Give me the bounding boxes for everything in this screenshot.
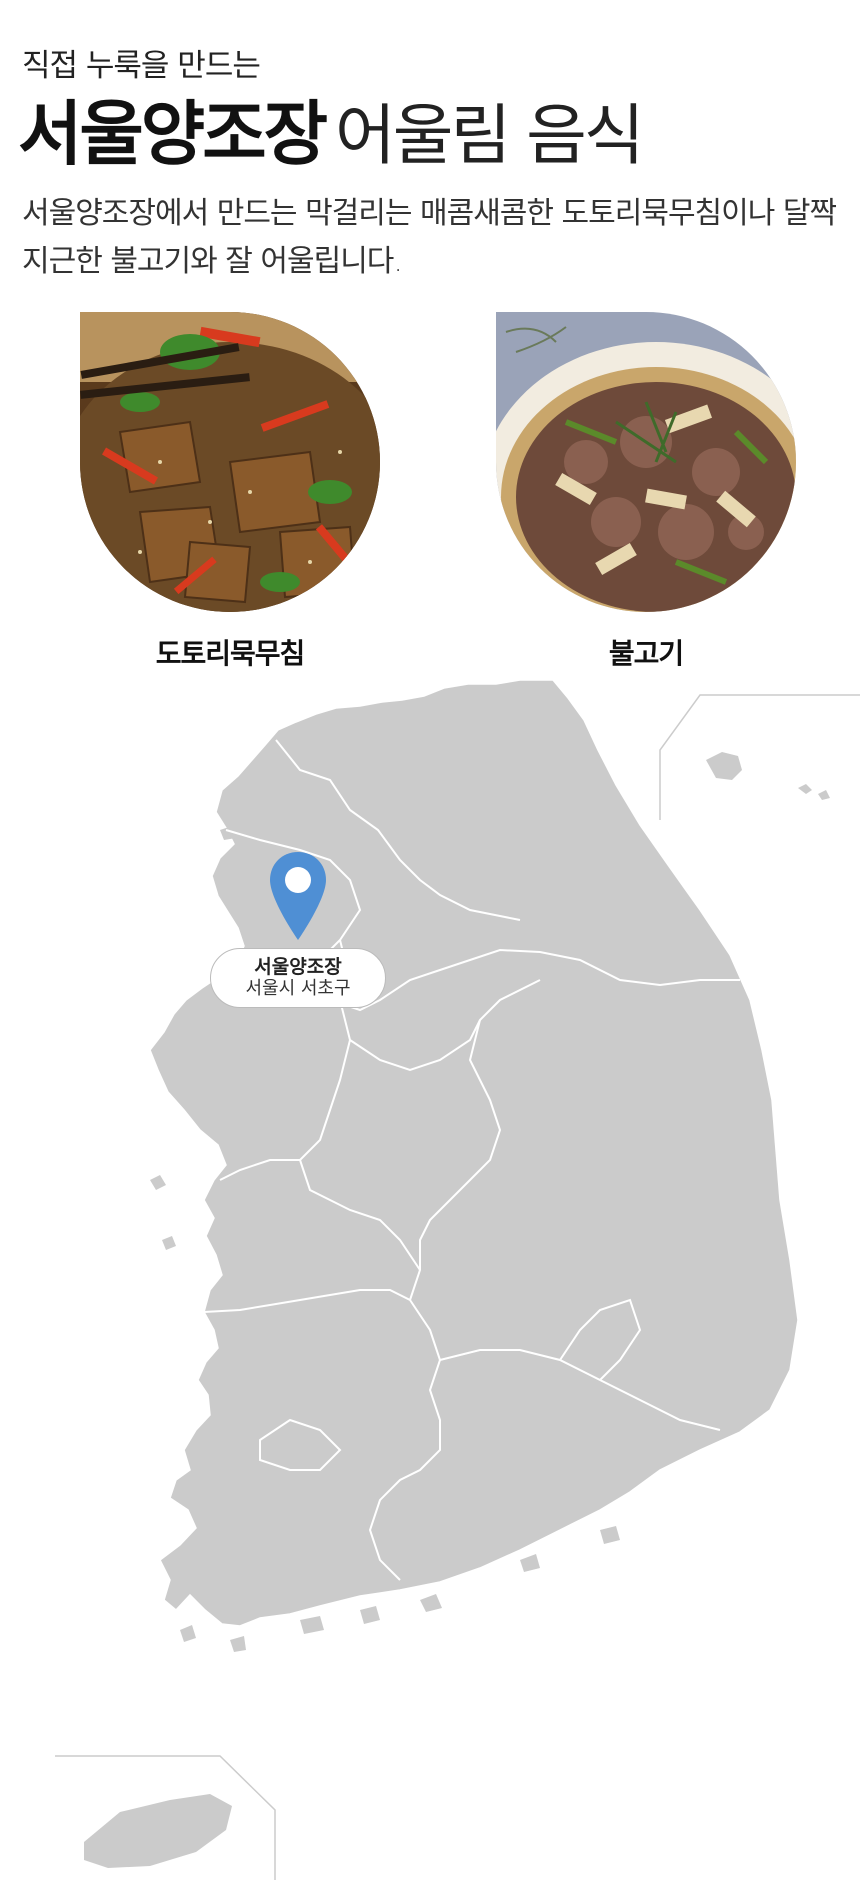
location-address: 서울시 서초구 — [245, 978, 351, 999]
food-label-acorn-jelly: 도토리묵무침 — [155, 637, 306, 670]
acorn-jelly-salad-photo — [80, 312, 380, 612]
inset-frame-east — [659, 694, 860, 820]
ulleungdo-island — [706, 752, 742, 780]
location-callout[interactable]: 서울양조장 서울시 서초구 — [210, 948, 386, 1008]
title-bold: 서울양조장 — [18, 93, 328, 175]
location-pin-icon[interactable] — [268, 850, 328, 942]
title-light: 어울림 음식 — [335, 97, 645, 174]
page-title: 서울양조장 어울림 음식 — [18, 78, 645, 179]
korea-map — [55, 680, 860, 1880]
location-name: 서울양조장 — [254, 956, 342, 978]
bulgogi-photo — [496, 312, 796, 612]
mainland — [149, 680, 799, 1627]
dokdo-island — [798, 784, 830, 800]
jeju-island — [84, 1794, 232, 1868]
description: 서울양조장에서 만드는 막걸리는 매콤새콤한 도토리묵무침이나 달짝지근한 불고… — [22, 196, 837, 279]
food-label-bulgogi: 불고기 — [608, 637, 684, 670]
